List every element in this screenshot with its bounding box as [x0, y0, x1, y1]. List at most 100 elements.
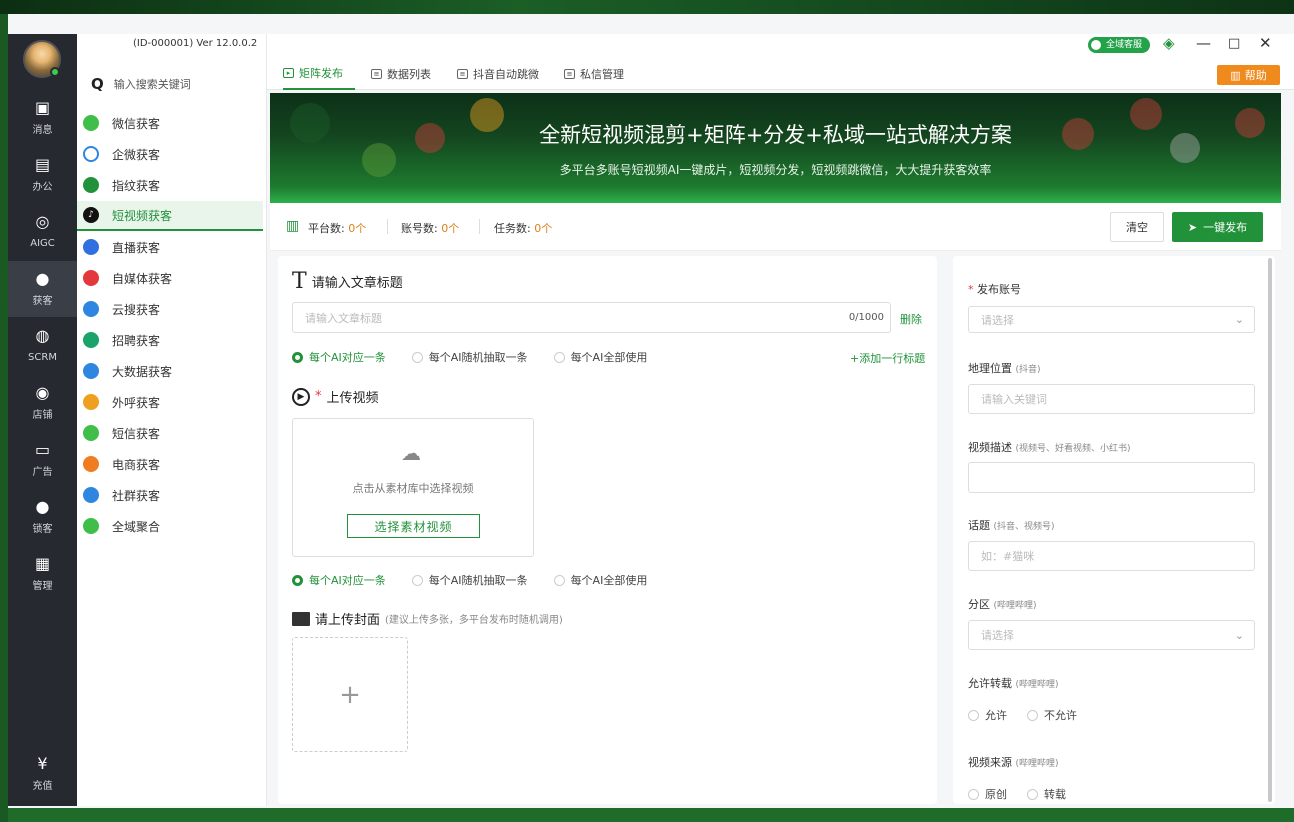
cover-upload-box[interactable]: +: [292, 637, 408, 752]
rail-item-manage[interactable]: ▦ 管理: [8, 546, 77, 602]
sidebar-item-bigdata[interactable]: 大数据获客: [77, 356, 263, 386]
radio-use-all[interactable]: 每个AI全部使用: [553, 349, 647, 365]
customer-service-button[interactable]: 全域客服: [1088, 37, 1151, 53]
tab-dm-manage[interactable]: ≡ 私信管理: [564, 58, 624, 90]
send-icon: ➤: [1187, 220, 1198, 234]
text-icon: T: [292, 269, 307, 294]
radio-random-per-ai[interactable]: 每个AI随机抽取一条: [411, 572, 528, 588]
rail-item-scrm[interactable]: ◍ SCRM: [8, 318, 77, 374]
stat-bar: ▥ 平台数: 0个 账号数: 0个 任务数: 0个 清空 ➤ 一键发布: [270, 203, 1281, 251]
rail-item-ads[interactable]: ▭ 广告: [8, 432, 77, 488]
sidebar-item-aggregate[interactable]: 全域聚合: [77, 511, 263, 541]
radio-one-per-ai[interactable]: 每个AI对应一条: [292, 572, 386, 588]
chart-icon: ▥: [286, 218, 300, 234]
radio-repost[interactable]: 转载: [1027, 786, 1066, 802]
repost-label: 允许转载 (哔哩哔哩): [968, 677, 1059, 690]
rail-item-messages[interactable]: ▣ 消息: [8, 90, 77, 146]
radio-one-per-ai[interactable]: 每个AI对应一条: [292, 349, 386, 365]
store-icon: ◉: [35, 383, 50, 402]
select-video-button[interactable]: 选择素材视频: [347, 514, 480, 538]
sidebar-item-cloudsearch[interactable]: 云搜获客: [77, 294, 263, 324]
sms-icon: [83, 425, 99, 441]
rail-item-recharge[interactable]: ¥ 充值: [8, 746, 77, 802]
tab-matrix-publish[interactable]: ▸ 矩阵发布: [283, 58, 355, 90]
upload-hint: 点击从素材库中选择视频: [352, 482, 474, 495]
clear-button[interactable]: 清空: [1110, 212, 1164, 242]
sidebar-item-media[interactable]: 自媒体获客: [77, 263, 263, 293]
radio-random-per-ai[interactable]: 每个AI随机抽取一条: [411, 349, 528, 365]
play-icon: ▸: [283, 68, 294, 78]
radio-use-all[interactable]: 每个AI全部使用: [553, 572, 647, 588]
bigdata-icon: [83, 363, 99, 379]
minimize-icon[interactable]: —: [1196, 34, 1211, 52]
community-icon: [83, 487, 99, 503]
rail-item-store[interactable]: ◉ 店铺: [8, 375, 77, 431]
account-select[interactable]: 请选择 ⌄: [968, 306, 1255, 333]
sidebar-item-wework[interactable]: 企微获客: [77, 139, 263, 169]
layers-icon[interactable]: ◈: [1163, 34, 1175, 52]
topic-input[interactable]: 如：#猫咪: [968, 541, 1255, 571]
yuan-icon: ¥: [37, 754, 48, 773]
rail-item-acquire[interactable]: ● 获客: [8, 261, 77, 317]
source-label: 视频来源 (哔哩哔哩): [968, 756, 1059, 769]
play-circle-icon: ▶: [292, 387, 310, 406]
scrollbar[interactable]: [1268, 258, 1272, 802]
rail-item-office[interactable]: ▤ 办公: [8, 147, 77, 203]
window-icon: ≡: [457, 69, 468, 79]
banner-title: 全新短视频混剪+矩阵+分发+私域一站式解决方案: [539, 123, 1012, 147]
sidebar-item-recruit[interactable]: 招聘获客: [77, 325, 263, 355]
recruit-icon: [83, 332, 99, 348]
description-input[interactable]: [968, 462, 1255, 493]
live-icon: [83, 239, 99, 255]
tiktok-icon: ♪: [83, 207, 99, 223]
sidebar-item-wechat[interactable]: 微信获客: [77, 108, 263, 138]
radio-allow[interactable]: 允许: [968, 707, 1007, 723]
message-icon: ▣: [34, 98, 51, 117]
sidebar-item-live[interactable]: 直播获客: [77, 232, 263, 262]
tab-data-list[interactable]: ≡ 数据列表: [371, 58, 431, 90]
title-section-heading: T 请输入文章标题: [292, 269, 403, 294]
rail-item-lock[interactable]: ● 锁客: [8, 489, 77, 545]
desktop-background: [0, 0, 1294, 14]
publish-button[interactable]: ➤ 一键发布: [1172, 212, 1263, 242]
help-button[interactable]: ▥ 帮助: [1217, 65, 1280, 85]
stat-platforms: 平台数: 0个: [308, 222, 367, 235]
search-input[interactable]: 输入搜索关键词: [114, 76, 191, 92]
video-upload-box[interactable]: ☁ 点击从素材库中选择视频 选择素材视频: [292, 418, 534, 557]
chevron-down-icon: ⌄: [1234, 313, 1244, 326]
desktop-background-left: [0, 14, 8, 822]
radio-original[interactable]: 原创: [968, 786, 1007, 802]
delete-title-link[interactable]: 删除: [900, 311, 922, 327]
description-label: 视频描述 (视频号、好看视频、小红书): [968, 441, 1131, 454]
sidebar-search[interactable]: Q 输入搜索关键词: [91, 70, 251, 98]
banner-subtitle: 多平台多账号短视频AI一键成片，短视频分发，短视频跳微信，大大提升获客效率: [559, 163, 992, 177]
message-box-icon: ≡: [564, 69, 575, 79]
zone-select[interactable]: 请选择 ⌄: [968, 620, 1255, 650]
sidebar-item-shortvideo[interactable]: ♪ 短视频获客: [77, 201, 263, 231]
user-add-icon: ●: [35, 269, 50, 288]
sidebar-item-ecommerce[interactable]: 电商获客: [77, 449, 263, 479]
article-title-input[interactable]: 请输入文章标题 0/1000: [292, 302, 891, 333]
avatar[interactable]: [23, 40, 61, 78]
chevron-down-icon: ⌄: [1234, 628, 1244, 642]
close-icon[interactable]: ✕: [1259, 34, 1272, 52]
sidebar-item-sms[interactable]: 短信获客: [77, 418, 263, 448]
rail-item-aigc[interactable]: ◎ AIGC: [8, 204, 77, 260]
location-input[interactable]: 请输入关键词: [968, 384, 1255, 414]
plus-icon: +: [339, 679, 361, 710]
office-icon: ▤: [34, 155, 51, 174]
sidebar-item-outcall[interactable]: 外呼获客: [77, 387, 263, 417]
account-label: * 发布账号: [968, 283, 1021, 296]
maximize-icon[interactable]: □: [1228, 36, 1240, 51]
wework-icon: [83, 146, 99, 162]
add-title-link[interactable]: +添加一行标题: [850, 350, 925, 366]
divider: [479, 219, 480, 234]
tab-douyin-jump[interactable]: ≡ 抖音自动跳微: [457, 58, 539, 90]
sidebar-item-community[interactable]: 社群获客: [77, 480, 263, 510]
title-mode-radio-group: 每个AI对应一条 每个AI随机抽取一条 每个AI全部使用: [292, 349, 673, 365]
search-icon: Q: [91, 75, 104, 93]
radio-disallow[interactable]: 不允许: [1027, 707, 1077, 723]
sidebar-item-fingerprint[interactable]: 指纹获客: [77, 170, 263, 200]
scrm-icon: ◍: [35, 326, 50, 345]
version-label: (ID-000001) Ver 12.0.0.2: [133, 38, 258, 49]
